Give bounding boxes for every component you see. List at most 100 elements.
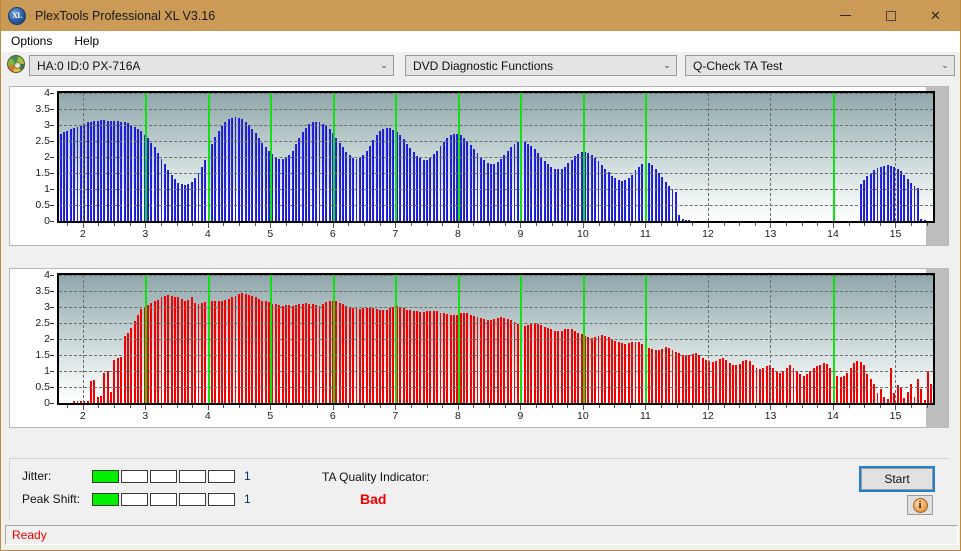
- chart-bar: [432, 310, 435, 403]
- chart-bar: [362, 155, 365, 221]
- chart-bar: [869, 379, 872, 403]
- x-tick-mark: [364, 405, 366, 408]
- chart-bar: [231, 297, 234, 403]
- chart-bar: [738, 363, 741, 403]
- chart-bar: [338, 142, 341, 221]
- chart-bar: [684, 355, 687, 403]
- chart-bar: [644, 346, 647, 403]
- x-tick-label: 8: [454, 228, 461, 240]
- chart-bar: [214, 137, 217, 221]
- chart-bar: [537, 323, 539, 403]
- chart-bar: [560, 330, 563, 403]
- chart-bar: [553, 330, 556, 403]
- chart-bar: [224, 121, 227, 221]
- x-tick-mark: [614, 223, 616, 226]
- window-title: PlexTools Professional XL V3.16: [35, 8, 216, 23]
- chart-bar: [79, 125, 82, 221]
- x-tick-mark: [692, 405, 694, 408]
- chart-bar: [234, 295, 237, 403]
- x-tick-label: 12: [702, 410, 714, 422]
- chart-bar: [503, 317, 506, 403]
- meter-segment: [92, 492, 119, 506]
- chart-bar: [328, 129, 331, 221]
- chart-bar: [305, 127, 308, 221]
- chart-bar: [584, 335, 587, 403]
- x-tick-mark: [739, 223, 741, 226]
- chart-bar: [695, 353, 697, 403]
- chart-bar: [520, 141, 523, 221]
- x-tick-mark: [536, 223, 537, 226]
- close-button[interactable]: ✕: [913, 0, 958, 31]
- chart-bar: [876, 393, 879, 403]
- x-tick-mark: [192, 405, 194, 408]
- chart-bar: [866, 176, 869, 221]
- chevron-down-icon: ⌄: [663, 60, 671, 70]
- chart-bar: [755, 367, 758, 403]
- chart-bar: [241, 292, 244, 403]
- x-tick-mark: [723, 405, 725, 408]
- jitter-chart-panel: 0 0.5 1 1.5 2 2.5 3 3.5 4 2 3 4 5 6 7 8 9 10 11 12 13 14 15: [9, 86, 949, 246]
- chart-bar: [614, 340, 617, 403]
- peak-shift-chart-panel: 0 0.5 1 1.5 2 2.5 3 3.5 4 2 3 4 5 6 7 8 9 10 11 12 13 14 15: [9, 268, 949, 428]
- chart-bar: [173, 179, 176, 221]
- y-tick-label: 2.5: [35, 317, 50, 329]
- peak-shift-x-axis-labels: 2 3 4 5 6 7 8 9 10 11 12 13 14 15: [57, 410, 935, 426]
- x-tick-label: 2: [79, 410, 86, 422]
- minimize-button[interactable]: [823, 0, 868, 31]
- x-tick-mark: [192, 223, 194, 226]
- chart-bar: [574, 330, 576, 403]
- chart-bar: [382, 128, 385, 221]
- info-button[interactable]: i: [907, 495, 933, 515]
- menu-item-options[interactable]: Options: [9, 33, 60, 50]
- chart-bar: [886, 399, 889, 403]
- chart-bar: [453, 133, 455, 221]
- chart-bar: [664, 181, 667, 221]
- x-tick-mark: [239, 405, 241, 408]
- chart-bar: [372, 140, 375, 221]
- chart-bar: [768, 364, 771, 403]
- maximize-button[interactable]: [868, 0, 913, 31]
- chart-bar: [180, 184, 183, 221]
- chart-bar: [184, 185, 187, 221]
- chart-bar: [389, 307, 392, 403]
- peak-shift-value: 1: [244, 492, 251, 506]
- peak-shift-y-axis-labels: 0 0.5 1 1.5 2 2.5 3 3.5 4: [10, 269, 54, 409]
- chart-bar: [399, 307, 402, 403]
- chart-bar: [446, 314, 449, 403]
- test-select[interactable]: Q-Check TA Test ⌄: [685, 55, 955, 76]
- chart-bar: [668, 185, 671, 221]
- chart-bar: [150, 142, 153, 221]
- chart-bar: [86, 401, 89, 403]
- chart-bar: [906, 178, 909, 221]
- chart-bar: [530, 146, 533, 221]
- chart-bar: [315, 121, 318, 221]
- start-button[interactable]: Start: [859, 466, 935, 492]
- chart-bar: [637, 342, 640, 403]
- chart-bar: [278, 305, 281, 403]
- chart-bar: [305, 303, 308, 403]
- drive-select[interactable]: HA:0 ID:0 PX-716A ⌄: [29, 55, 394, 76]
- chart-bar: [429, 310, 432, 403]
- chart-bar: [516, 141, 519, 221]
- meter-segment: [208, 492, 235, 506]
- chart-bar: [241, 119, 244, 221]
- chart-bar: [278, 158, 281, 221]
- chart-bar: [261, 142, 264, 221]
- peak-shift-meter: [92, 492, 235, 506]
- chart-bar: [426, 159, 429, 221]
- x-tick-label: 13: [764, 228, 777, 240]
- jitter-plot-area: [57, 91, 935, 223]
- function-select[interactable]: DVD Diagnostic Functions ⌄: [405, 55, 677, 76]
- chart-bar: [83, 123, 86, 221]
- chart-bar: [678, 353, 681, 403]
- chart-bar: [779, 372, 781, 403]
- x-tick-mark: [301, 405, 303, 408]
- x-tick-mark: [410, 405, 412, 408]
- x-tick-mark: [598, 223, 600, 226]
- x-tick-label: 11: [639, 228, 651, 240]
- chart-bar: [479, 317, 482, 403]
- x-tick-mark: [426, 223, 428, 226]
- chart-bar: [422, 159, 425, 221]
- chart-bar: [325, 302, 328, 403]
- menu-item-help[interactable]: Help: [72, 33, 107, 50]
